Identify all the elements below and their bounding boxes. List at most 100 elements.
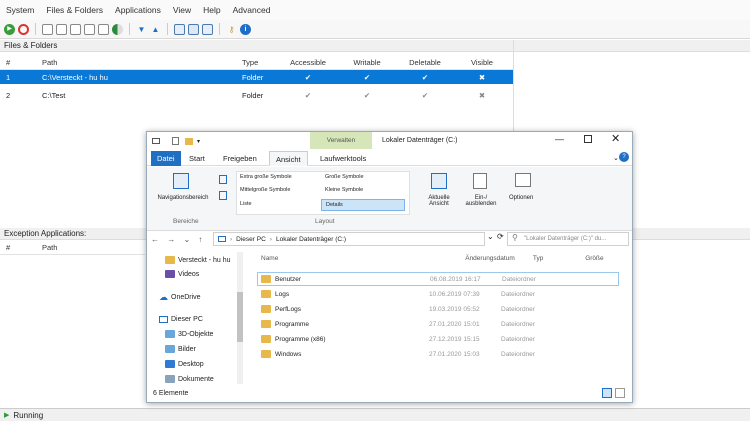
image-icon[interactable]: [188, 23, 199, 35]
cross-icon[interactable]: ✖: [454, 91, 510, 100]
col-modified[interactable]: Änderungsdatum: [401, 255, 533, 262]
layout-list[interactable]: Liste: [240, 201, 252, 207]
nav-item-documents[interactable]: Dokumente: [165, 373, 214, 385]
preview-pane-icon[interactable]: [219, 175, 227, 184]
check-icon[interactable]: ✔: [278, 91, 338, 100]
quick-access-folder-icon[interactable]: [185, 137, 193, 145]
options-icon[interactable]: [515, 173, 531, 187]
layout-details[interactable]: Details: [321, 199, 405, 211]
list-item[interactable]: Windows 27.01.2020 15:03 Dateiordner: [257, 347, 619, 361]
col-name[interactable]: Name: [257, 255, 401, 262]
add-file-icon[interactable]: [42, 23, 53, 35]
nav-item-versteckt[interactable]: Versteckt - hu hu: [165, 254, 231, 266]
add-folder-icon[interactable]: [56, 23, 67, 35]
current-view-button[interactable]: Aktuelle Ansicht: [421, 195, 457, 207]
maximize-icon[interactable]: [584, 135, 592, 143]
menu-help[interactable]: Help: [203, 5, 220, 15]
col-writable[interactable]: Writable: [338, 58, 396, 67]
nav-back-forward-icon[interactable]: ← → ⌄ ↑: [151, 235, 205, 244]
menu-view[interactable]: View: [173, 5, 191, 15]
tab-laufwerktools[interactable]: Laufwerktools: [314, 151, 372, 166]
nav-scrollbar[interactable]: [237, 252, 243, 384]
nav-item-label: Bilder: [178, 345, 196, 353]
navigation-pane-button[interactable]: Navigationsbereich: [151, 195, 215, 201]
nav-item-desktop[interactable]: Desktop: [165, 358, 204, 370]
edit-icon[interactable]: [84, 23, 95, 35]
list-item[interactable]: PerfLogs 19.03.2019 05:52 Dateiordner: [257, 302, 619, 316]
check-icon[interactable]: ✔: [278, 73, 338, 82]
options-button[interactable]: Optionen: [509, 195, 533, 201]
stop-icon[interactable]: [18, 23, 29, 35]
col-deletable[interactable]: Deletable: [396, 58, 454, 67]
navigation-pane-icon[interactable]: [173, 173, 189, 189]
delete-icon[interactable]: [70, 23, 81, 35]
details-view-icon[interactable]: [602, 388, 612, 398]
explorer-window[interactable]: ▾ Verwalten Lokaler Datenträger (C:) — ✕…: [146, 131, 633, 403]
menu-files-folders[interactable]: Files & Folders: [46, 5, 103, 15]
nav-item-3d-objects[interactable]: 3D-Objekte: [165, 328, 213, 340]
show-hide-button[interactable]: Ein-/ ausblenden: [461, 195, 501, 207]
breadcrumb-root[interactable]: Dieser PC: [236, 236, 266, 243]
layout-small-icons[interactable]: Kleine Symbole: [325, 187, 363, 193]
tab-datei[interactable]: Datei: [151, 151, 181, 166]
help-icon[interactable]: ?: [619, 152, 629, 162]
nav-item-this-pc[interactable]: Dieser PC: [159, 313, 203, 325]
breadcrumb-current[interactable]: Lokaler Datenträger (C:): [276, 236, 346, 243]
menu-applications[interactable]: Applications: [115, 5, 161, 15]
list-item[interactable]: Benutzer 06.08.2019 16:17 Dateiordner: [257, 272, 619, 286]
down-arrow-icon[interactable]: ▼: [136, 24, 147, 35]
key-icon[interactable]: ⚷: [226, 24, 237, 35]
check-icon[interactable]: ✔: [338, 73, 396, 82]
layout-extra-large-icons[interactable]: Extra große Symbole: [240, 174, 292, 180]
large-icons-view-icon[interactable]: [615, 388, 625, 398]
table-row[interactable]: 1 C:\Versteckt - hu hu Folder ✔ ✔ ✔ ✖: [0, 70, 513, 84]
details-pane-icon[interactable]: [219, 191, 227, 200]
minimize-icon[interactable]: —: [555, 134, 564, 144]
window-icon[interactable]: [174, 23, 185, 35]
play-icon[interactable]: ▶: [4, 23, 15, 35]
quick-access-properties-icon[interactable]: [172, 137, 179, 145]
contrast-icon[interactable]: [112, 23, 123, 35]
current-view-icon[interactable]: [431, 173, 447, 189]
search-input[interactable]: "Lokaler Datenträger (C:)" du...: [507, 232, 629, 246]
refresh-icon[interactable]: ⟳: [497, 232, 504, 241]
col-path[interactable]: Path: [34, 58, 242, 67]
col-type[interactable]: Type: [242, 58, 278, 67]
check-icon[interactable]: ✔: [338, 91, 396, 100]
layout-medium-icons[interactable]: Mittelgroße Symbole: [240, 187, 290, 193]
context-tab-verwalten[interactable]: Verwalten: [310, 132, 372, 149]
menu-system[interactable]: System: [6, 5, 34, 15]
layout-large-icons[interactable]: Große Symbole: [325, 174, 364, 180]
show-hide-icon[interactable]: [473, 173, 487, 189]
export-icon[interactable]: [202, 23, 213, 35]
list-item[interactable]: Programme 27.01.2020 15:01 Dateiordner: [257, 317, 619, 331]
close-icon[interactable]: ✕: [611, 132, 620, 145]
list-item[interactable]: Logs 10.06.2019 07:39 Dateiordner: [257, 287, 619, 301]
quick-access-dropdown-icon[interactable]: ▾: [197, 138, 200, 145]
tab-ansicht[interactable]: Ansicht: [269, 151, 308, 166]
address-dropdown-icon[interactable]: ⌄: [487, 232, 494, 241]
up-arrow-icon[interactable]: ▲: [150, 24, 161, 35]
col-size[interactable]: Größe: [585, 255, 619, 262]
table-row[interactable]: 2 C:\Test Folder ✔ ✔ ✔ ✖: [0, 88, 513, 102]
properties-icon[interactable]: [98, 23, 109, 35]
info-icon[interactable]: i: [240, 23, 251, 35]
col-visible[interactable]: Visible: [454, 58, 510, 67]
check-icon[interactable]: ✔: [396, 91, 454, 100]
list-item[interactable]: Programme (x86) 27.12.2019 15:15 Dateior…: [257, 332, 619, 346]
check-icon[interactable]: ✔: [396, 73, 454, 82]
nav-item-onedrive[interactable]: ☁ OneDrive: [159, 291, 201, 303]
col-path[interactable]: Path: [34, 243, 134, 252]
menu-advanced[interactable]: Advanced: [233, 5, 271, 15]
cross-icon[interactable]: ✖: [454, 73, 510, 82]
col-number[interactable]: #: [0, 243, 34, 252]
col-accessible[interactable]: Accessible: [278, 58, 338, 67]
nav-scrollbar-thumb[interactable]: [237, 292, 243, 342]
nav-item-pictures[interactable]: Bilder: [165, 343, 196, 355]
tab-freigeben[interactable]: Freigeben: [217, 151, 263, 166]
nav-item-videos[interactable]: Videos: [165, 268, 199, 280]
address-bar[interactable]: › Dieser PC › Lokaler Datenträger (C:): [213, 232, 485, 246]
tab-start[interactable]: Start: [183, 151, 211, 166]
col-type[interactable]: Typ: [533, 255, 585, 262]
col-number[interactable]: #: [0, 58, 34, 67]
